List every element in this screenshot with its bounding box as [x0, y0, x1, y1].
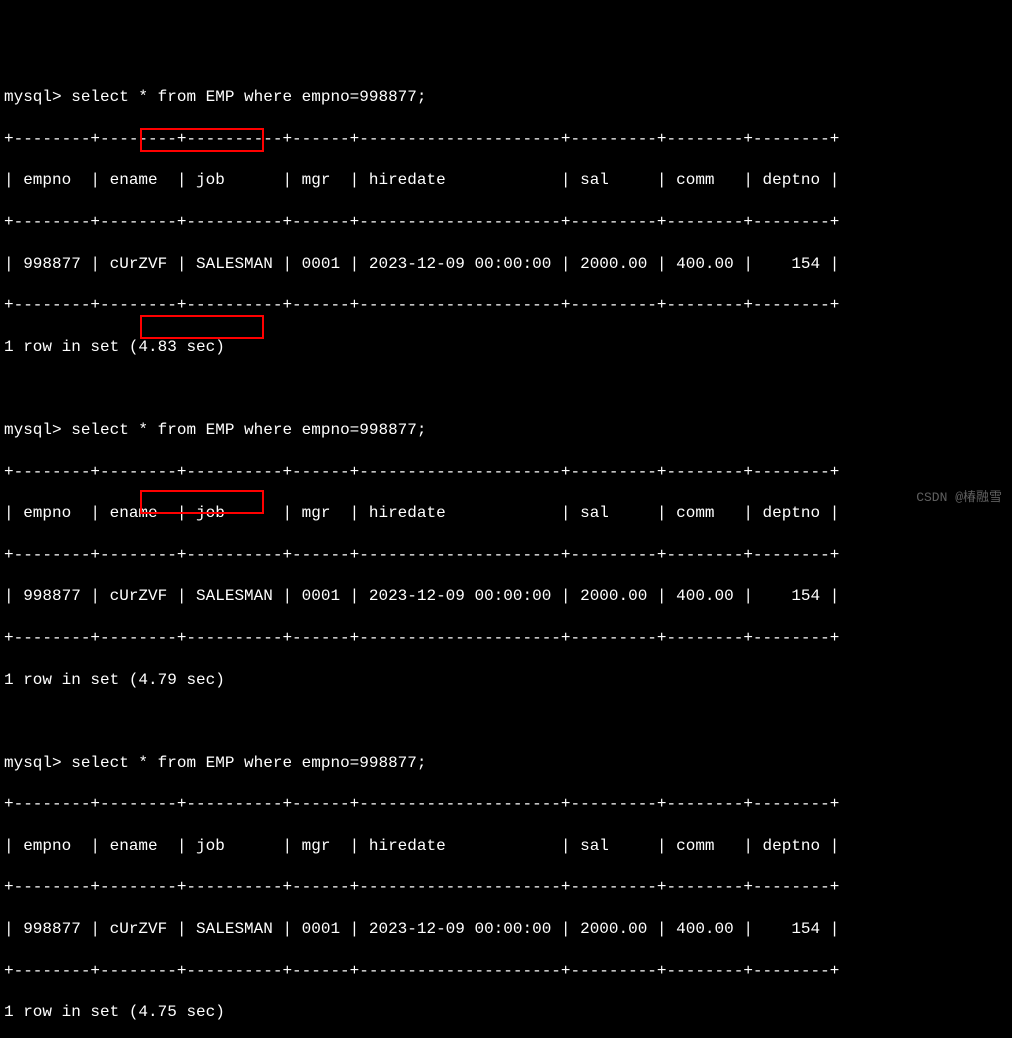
- result-line-1: 1 row in set (4.83 sec): [4, 337, 1008, 358]
- sql-query: select * from EMP where empno=998877;: [71, 88, 426, 106]
- timing-3: (4.75 sec): [129, 1003, 225, 1021]
- query-line-2: mysql> select * from EMP where empno=998…: [4, 420, 1008, 441]
- mysql-prompt: mysql>: [4, 421, 62, 439]
- watermark: CSDN @椿融雪: [916, 490, 1002, 507]
- table-border-bot-2: +--------+--------+----------+------+---…: [4, 628, 1008, 649]
- result-line-2: 1 row in set (4.79 sec): [4, 670, 1008, 691]
- mysql-prompt: mysql>: [4, 754, 62, 772]
- table-row-3: | 998877 | cUrZVF | SALESMAN | 0001 | 20…: [4, 919, 1008, 940]
- result-prefix: 1 row in set: [4, 1003, 129, 1021]
- highlight-timing-2: [140, 315, 264, 339]
- sql-query: select * from EMP where empno=998877;: [71, 754, 426, 772]
- table-header-2: | empno | ename | job | mgr | hiredate |…: [4, 503, 1008, 524]
- table-row-1: | 998877 | cUrZVF | SALESMAN | 0001 | 20…: [4, 254, 1008, 275]
- query-line-1: mysql> select * from EMP where empno=998…: [4, 87, 1008, 108]
- table-border-bot-1: +--------+--------+----------+------+---…: [4, 295, 1008, 316]
- table-border-top-2: +--------+--------+----------+------+---…: [4, 462, 1008, 483]
- table-border-bot-3: +--------+--------+----------+------+---…: [4, 961, 1008, 982]
- result-prefix: 1 row in set: [4, 671, 129, 689]
- result-line-3: 1 row in set (4.75 sec): [4, 1002, 1008, 1023]
- table-border-top-1: +--------+--------+----------+------+---…: [4, 129, 1008, 150]
- table-row-2: | 998877 | cUrZVF | SALESMAN | 0001 | 20…: [4, 586, 1008, 607]
- timing-2: (4.79 sec): [129, 671, 225, 689]
- result-prefix: 1 row in set: [4, 338, 129, 356]
- table-border-mid-3: +--------+--------+----------+------+---…: [4, 877, 1008, 898]
- query-line-3: mysql> select * from EMP where empno=998…: [4, 753, 1008, 774]
- table-border-mid-2: +--------+--------+----------+------+---…: [4, 545, 1008, 566]
- timing-1: (4.83 sec): [129, 338, 225, 356]
- table-header-1: | empno | ename | job | mgr | hiredate |…: [4, 170, 1008, 191]
- blank-line: [4, 378, 1008, 399]
- blank-line: [4, 711, 1008, 732]
- table-border-top-3: +--------+--------+----------+------+---…: [4, 794, 1008, 815]
- sql-query: select * from EMP where empno=998877;: [71, 421, 426, 439]
- table-border-mid-1: +--------+--------+----------+------+---…: [4, 212, 1008, 233]
- mysql-prompt: mysql>: [4, 88, 62, 106]
- table-header-3: | empno | ename | job | mgr | hiredate |…: [4, 836, 1008, 857]
